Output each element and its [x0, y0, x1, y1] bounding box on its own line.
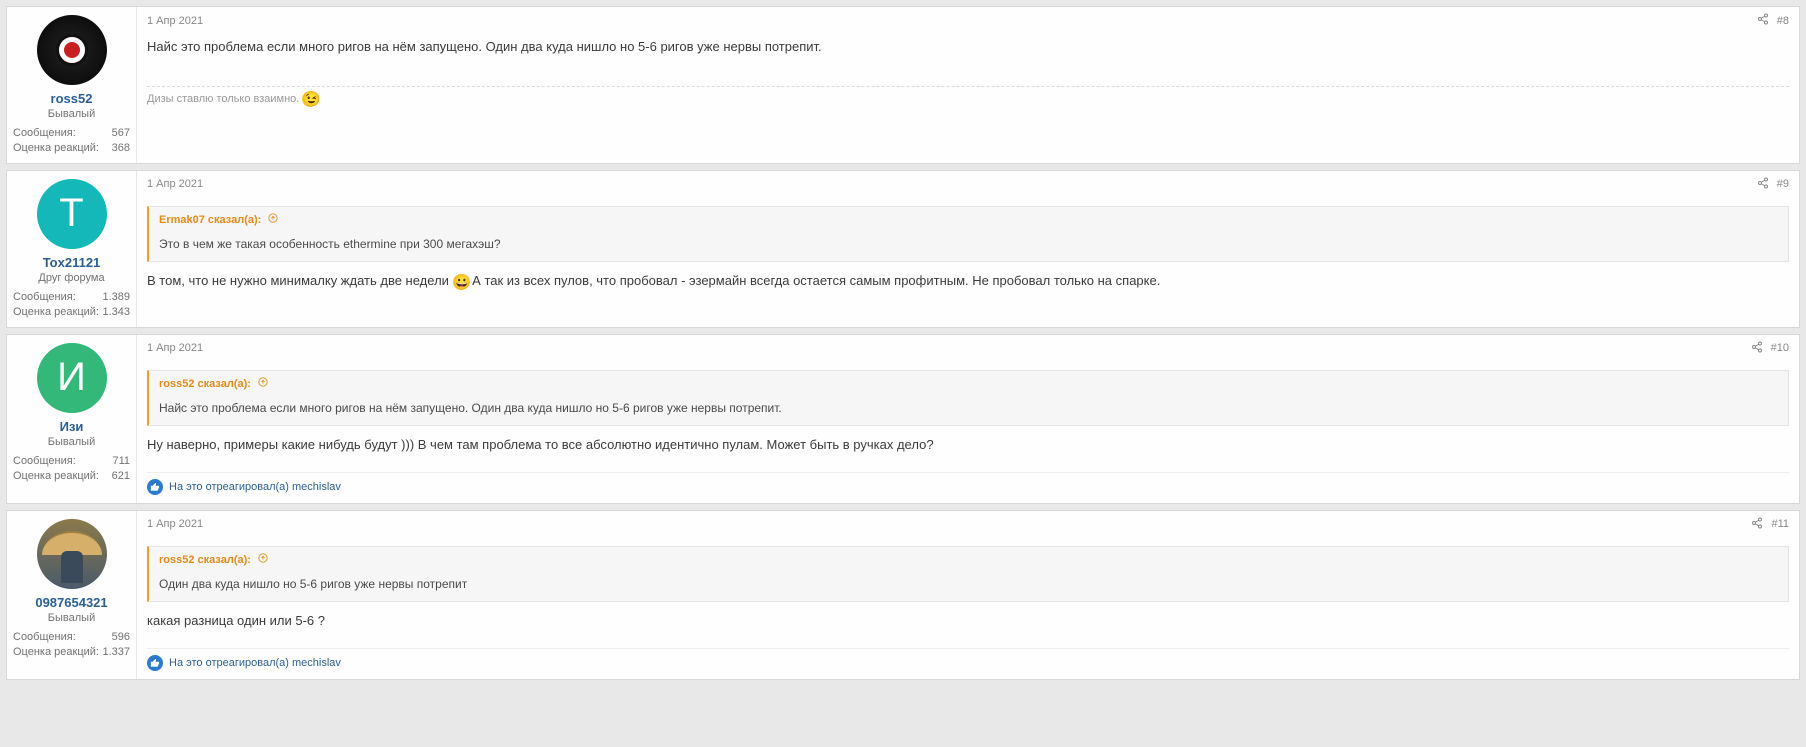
- post-number[interactable]: #9: [1777, 178, 1789, 190]
- post-number[interactable]: #11: [1771, 518, 1789, 530]
- post-body: 1 Апр 2021 #10 ross52 сказал(а): Найс это …: [137, 335, 1799, 503]
- stat-value-messages: 1.389: [102, 290, 130, 305]
- signature: Дизы ставлю только взаимно.: [147, 86, 1789, 107]
- reactions-bar[interactable]: На это отреагировал(а) mechislav: [147, 648, 1789, 671]
- post-header: 1 Апр 2021 #9: [147, 177, 1789, 196]
- stat-value-messages: 711: [112, 454, 130, 469]
- user-title: Бывалый: [13, 612, 130, 624]
- stat-value-reactions: 1.343: [102, 305, 130, 320]
- avatar[interactable]: Т: [37, 179, 107, 249]
- post-body: 1 Апр 2021 #9 Ermak07 сказал(а): Это в чем…: [137, 171, 1799, 327]
- post-header: 1 Апр 2021 #8: [147, 13, 1789, 32]
- expand-quote-icon[interactable]: [255, 554, 268, 566]
- expand-quote-icon[interactable]: [255, 378, 268, 390]
- stat-value-messages: 596: [112, 630, 130, 645]
- stat-label-reactions: Оценка реакций:: [13, 305, 99, 320]
- forum-post: ross52 Бывалый Сообщения: 567 Оценка реакций…: [6, 6, 1800, 164]
- post-date[interactable]: 1 Апр 2021: [147, 518, 203, 530]
- reactions-text[interactable]: На это отреагировал(а) mechislav: [169, 481, 341, 493]
- avatar[interactable]: [37, 15, 107, 85]
- forum-post: И Изи Бывалый Сообщения: 711 Оценка реакций: 6…: [6, 334, 1800, 504]
- post-content: Ermak07 сказал(а): Это в чем же такая ос…: [147, 196, 1789, 319]
- quote-attribution[interactable]: ross52 сказал(а):: [159, 554, 251, 566]
- post-date[interactable]: 1 Апр 2021: [147, 15, 203, 27]
- post-content: ross52 сказал(а): Найс это проблема если…: [147, 360, 1789, 464]
- grin-emoji-icon: [453, 274, 469, 290]
- stat-value-messages: 567: [112, 126, 130, 141]
- avatar-letter: И: [57, 355, 86, 400]
- signature-text: Дизы ставлю только взаимно.: [147, 93, 299, 105]
- post-user-panel: И Изи Бывалый Сообщения: 711 Оценка реакций: 6…: [7, 335, 137, 503]
- post-header: 1 Апр 2021 #10: [147, 341, 1789, 360]
- stat-label-messages: Сообщения:: [13, 290, 76, 305]
- post-body: 1 Апр 2021 #8 Найс это проблема если много…: [137, 7, 1799, 163]
- wink-emoji-icon: [302, 91, 318, 107]
- post-header: 1 Апр 2021 #11: [147, 517, 1789, 536]
- username-link[interactable]: Изи: [13, 419, 130, 434]
- stat-value-reactions: 368: [112, 141, 130, 156]
- quote-attribution[interactable]: Ermak07 сказал(а):: [159, 214, 261, 226]
- post-user-panel: ross52 Бывалый Сообщения: 567 Оценка реакций…: [7, 7, 137, 163]
- stat-label-messages: Сообщения:: [13, 454, 76, 469]
- avatar[interactable]: И: [37, 343, 107, 413]
- user-title: Друг форума: [13, 272, 130, 284]
- quote-text: Один два куда нишло но 5-6 ригов уже нер…: [149, 572, 1788, 601]
- stat-label-reactions: Оценка реакций:: [13, 141, 99, 156]
- reactions-text[interactable]: На это отреагировал(а) mechislav: [169, 657, 341, 669]
- username-link[interactable]: Tox21121: [13, 255, 130, 270]
- share-icon[interactable]: [1757, 13, 1769, 28]
- post-number[interactable]: #10: [1771, 342, 1789, 354]
- username-link[interactable]: ross52: [13, 91, 130, 106]
- post-content: ross52 сказал(а): Один два куда нишло но…: [147, 536, 1789, 640]
- post-text: Найс это проблема если много ригов на нё…: [147, 38, 1789, 56]
- username-link[interactable]: 0987654321: [13, 595, 130, 610]
- post-user-panel: 0987654321 Бывалый Сообщения: 596 Оценка реа…: [7, 511, 137, 679]
- post-content: Найс это проблема если много ригов на нё…: [147, 32, 1789, 155]
- forum-post: Т Tox21121 Друг форума Сообщения: 1.389Оценк…: [6, 170, 1800, 328]
- post-text: В том, что не нужно минималку ждать две …: [147, 272, 1789, 290]
- post-number[interactable]: #8: [1777, 15, 1789, 27]
- quote-box: ross52 сказал(а): Один два куда нишло но…: [147, 546, 1789, 602]
- share-icon[interactable]: [1751, 517, 1763, 532]
- stat-label-messages: Сообщения:: [13, 126, 76, 141]
- post-text-span: Ну наверно, примеры какие нибудь будут )…: [147, 437, 934, 452]
- stat-label-messages: Сообщения:: [13, 630, 76, 645]
- like-icon: [147, 655, 163, 671]
- expand-quote-icon[interactable]: [265, 214, 278, 226]
- forum-post: 0987654321 Бывалый Сообщения: 596 Оценка реа…: [6, 510, 1800, 680]
- post-text: какая разница один или 5-6 ?: [147, 612, 1789, 630]
- share-icon[interactable]: [1751, 341, 1763, 356]
- post-text: Ну наверно, примеры какие нибудь будут )…: [147, 436, 1789, 454]
- like-icon: [147, 479, 163, 495]
- share-icon[interactable]: [1757, 177, 1769, 192]
- quote-text: Это в чем же такая особенность ethermine…: [149, 232, 1788, 261]
- user-stats: Сообщения: 1.389Оценка реакций:1.343: [13, 290, 130, 321]
- avatar-letter: Т: [59, 191, 83, 236]
- reactions-bar[interactable]: На это отреагировал(а) mechislav: [147, 472, 1789, 495]
- post-date[interactable]: 1 Апр 2021: [147, 342, 203, 354]
- user-title: Бывалый: [13, 436, 130, 448]
- avatar[interactable]: [37, 519, 107, 589]
- post-body: 1 Апр 2021 #11 ross52 сказал(а): Один два …: [137, 511, 1799, 679]
- stat-label-reactions: Оценка реакций:: [13, 645, 99, 660]
- post-text-span: В том, что не нужно минималку ждать две …: [147, 273, 449, 288]
- post-date[interactable]: 1 Апр 2021: [147, 178, 203, 190]
- post-text-span: А так из всех пулов, что пробовал - эзер…: [472, 273, 1160, 288]
- user-title: Бывалый: [13, 108, 130, 120]
- quote-box: Ermak07 сказал(а): Это в чем же такая ос…: [147, 206, 1789, 262]
- post-text-span: какая разница один или 5-6 ?: [147, 613, 325, 628]
- quote-box: ross52 сказал(а): Найс это проблема если…: [147, 370, 1789, 426]
- quote-text: Найс это проблема если много ригов на нё…: [149, 396, 1788, 425]
- post-text-span: Найс это проблема если много ригов на нё…: [147, 39, 822, 54]
- stat-label-reactions: Оценка реакций:: [13, 469, 99, 484]
- user-stats: Сообщения: 596 Оценка реакций:1.337: [13, 630, 130, 661]
- user-stats: Сообщения: 567 Оценка реакций: 368: [13, 126, 130, 157]
- post-user-panel: Т Tox21121 Друг форума Сообщения: 1.389Оценк…: [7, 171, 137, 327]
- stat-value-reactions: 621: [112, 469, 130, 484]
- user-stats: Сообщения: 711 Оценка реакций: 621: [13, 454, 130, 485]
- quote-attribution[interactable]: ross52 сказал(а):: [159, 378, 251, 390]
- stat-value-reactions: 1.337: [102, 645, 130, 660]
